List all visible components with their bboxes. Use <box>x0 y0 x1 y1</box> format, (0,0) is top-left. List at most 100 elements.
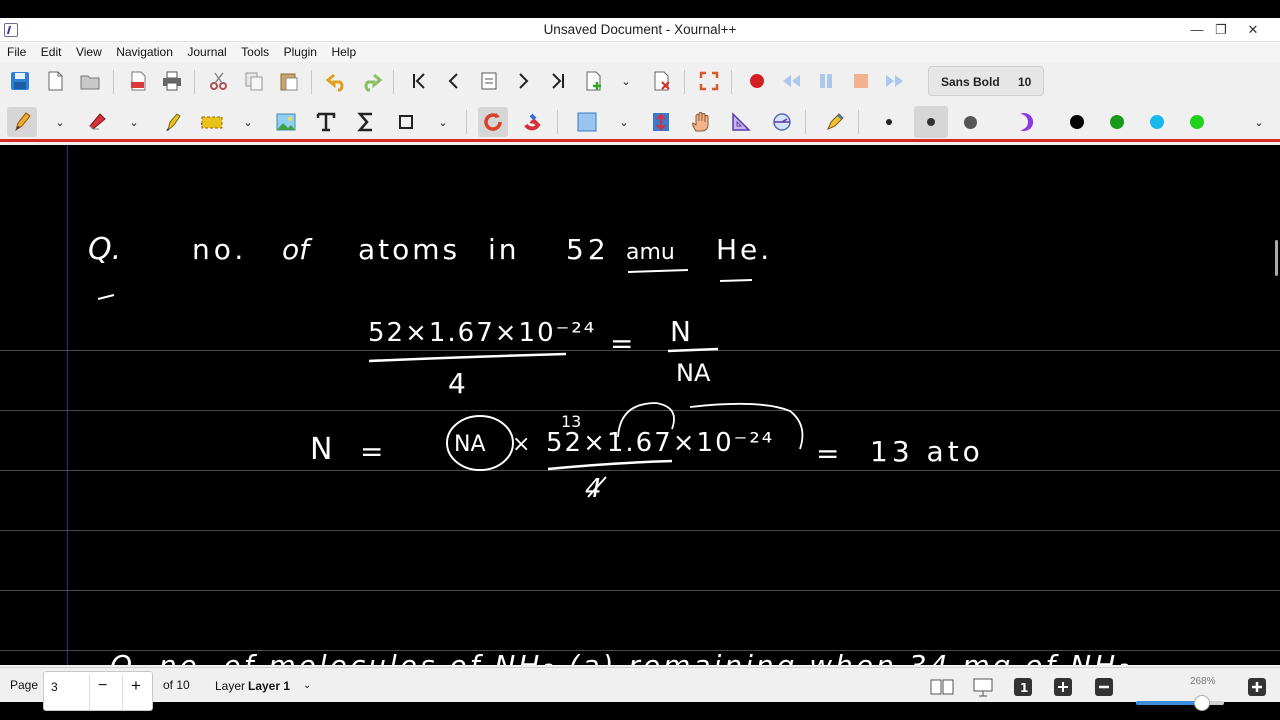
rewind-icon[interactable] <box>776 66 806 96</box>
ink-q-label: Q. <box>88 232 121 267</box>
insert-image-icon[interactable] <box>271 107 301 137</box>
menu-view[interactable]: View <box>76 42 102 59</box>
color-cyan-button[interactable] <box>1142 107 1172 137</box>
ink-underline <box>97 294 115 300</box>
menu-file[interactable]: File <box>7 42 26 59</box>
ink-word-in: in <box>488 233 520 266</box>
hand-tool-icon[interactable] <box>686 107 716 137</box>
thin-stroke-icon[interactable] <box>874 107 904 137</box>
menu-help[interactable]: Help <box>331 42 356 59</box>
pen-icon[interactable] <box>7 107 37 137</box>
first-page-icon[interactable] <box>404 66 434 96</box>
math-tex-icon[interactable] <box>351 107 381 137</box>
ink-eq2-lhs: N <box>310 432 332 467</box>
vertical-space-icon[interactable] <box>646 107 676 137</box>
default-tool-icon[interactable] <box>820 107 850 137</box>
zoom-out-icon[interactable] <box>1093 676 1115 701</box>
zoom-fit-icon[interactable] <box>1052 676 1074 701</box>
toolbar-overflow-icon[interactable]: ⌄ <box>1252 107 1266 137</box>
fast-forward-icon[interactable] <box>880 66 910 96</box>
zoom-slider[interactable] <box>1136 695 1224 711</box>
layer-selector[interactable]: Layer 1 <box>248 679 290 693</box>
zoom-in-icon[interactable] <box>1246 676 1268 701</box>
page-increment-button[interactable]: + <box>131 676 141 696</box>
title-bar: Unsaved Document - Xournal++ — ❐ ✕ <box>0 18 1280 42</box>
goto-page-icon[interactable] <box>474 66 504 96</box>
open-folder-icon[interactable] <box>75 66 105 96</box>
insert-page-icon[interactable] <box>579 66 609 96</box>
set-square-icon[interactable] <box>726 107 756 137</box>
select-rectangle-icon[interactable] <box>572 107 602 137</box>
eraser-icon[interactable] <box>82 107 112 137</box>
restore-button[interactable]: ❐ <box>1208 20 1234 40</box>
toolbar-separator <box>684 70 685 94</box>
fullscreen-icon[interactable] <box>694 66 724 96</box>
menu-journal[interactable]: Journal <box>187 42 226 59</box>
menu-plugin[interactable]: Plugin <box>284 42 317 59</box>
ink-next-question: Q. no. of molecules of NH₃ (a) remaining… <box>110 649 1132 665</box>
layer-label: Layer <box>215 679 246 693</box>
eraser-dropdown-icon[interactable]: ⌄ <box>127 107 141 137</box>
select-dropdown-icon[interactable]: ⌄ <box>241 107 255 137</box>
selection-dropdown-icon[interactable]: ⌄ <box>617 107 631 137</box>
ink-word-he: He. <box>716 233 772 266</box>
thick-stroke-icon[interactable] <box>955 107 985 137</box>
ink-eq2-circled: NA <box>454 432 486 457</box>
color-green-button[interactable] <box>1102 107 1132 137</box>
insert-page-dropdown-icon[interactable]: ⌄ <box>619 66 633 96</box>
page-number-input[interactable]: 3 <box>51 680 58 694</box>
highlighter-icon[interactable] <box>156 107 186 137</box>
toolbar-separator <box>194 70 195 94</box>
ink-underline <box>627 269 689 273</box>
pause-icon[interactable] <box>811 66 841 96</box>
print-icon[interactable] <box>157 66 187 96</box>
page-spinner[interactable]: 3 − + <box>43 671 153 711</box>
page-decrement-button[interactable]: − <box>98 677 107 695</box>
save-icon[interactable] <box>5 66 35 96</box>
shape-recognizer-icon[interactable] <box>478 107 508 137</box>
next-page-icon[interactable] <box>508 66 538 96</box>
zoom-slider-fill <box>1136 701 1202 705</box>
menu-navigation[interactable]: Navigation <box>116 42 173 59</box>
select-region-icon[interactable] <box>197 107 227 137</box>
previous-page-icon[interactable] <box>439 66 469 96</box>
ink-fraction-bar <box>547 459 673 471</box>
minimize-button[interactable]: — <box>1184 20 1210 40</box>
shape-rectangle-icon[interactable] <box>391 107 421 137</box>
record-icon[interactable] <box>742 66 772 96</box>
zoom-slider-handle[interactable] <box>1194 695 1210 711</box>
snap-magnet-icon[interactable] <box>518 107 548 137</box>
compass-icon[interactable] <box>767 107 797 137</box>
layer-dropdown-icon[interactable]: ⌄ <box>303 680 311 691</box>
color-lime-button[interactable] <box>1182 107 1212 137</box>
shape-dropdown-icon[interactable]: ⌄ <box>436 107 450 137</box>
menu-bar: File Edit View Navigation Journal Tools … <box>0 42 1280 62</box>
copy-icon[interactable] <box>239 66 269 96</box>
ink-fraction-bar <box>667 347 719 353</box>
menu-tools[interactable]: Tools <box>241 42 269 59</box>
app-window: Unsaved Document - Xournal++ — ❐ ✕ File … <box>0 18 1280 711</box>
presentation-mode-icon[interactable] <box>972 676 994 701</box>
color-picker-icon[interactable] <box>1008 107 1038 137</box>
menu-edit[interactable]: Edit <box>41 42 62 59</box>
stop-icon[interactable] <box>846 66 876 96</box>
document-canvas[interactable]: Q. no. of atoms in 52 amu He. 52×1.67×10… <box>0 145 1280 665</box>
font-size: 10 <box>1018 75 1032 89</box>
export-pdf-icon[interactable] <box>123 66 153 96</box>
last-page-icon[interactable] <box>543 66 573 96</box>
color-black-button[interactable] <box>1062 107 1092 137</box>
two-page-view-icon[interactable] <box>930 678 954 699</box>
close-button[interactable]: ✕ <box>1240 20 1266 40</box>
delete-page-icon[interactable] <box>647 66 677 96</box>
pen-dropdown-icon[interactable]: ⌄ <box>53 107 67 137</box>
text-tool-icon[interactable] <box>311 107 341 137</box>
redo-icon[interactable] <box>356 66 386 96</box>
cut-icon[interactable] <box>204 66 234 96</box>
paste-icon[interactable] <box>274 66 304 96</box>
new-document-icon[interactable] <box>40 66 70 96</box>
zoom-100-icon[interactable]: 1 <box>1012 676 1034 701</box>
ink-number-52: 52 <box>566 233 610 266</box>
medium-stroke-icon[interactable] <box>914 106 948 138</box>
font-selector[interactable]: Sans Bold 10 <box>928 66 1044 96</box>
undo-icon[interactable] <box>322 66 352 96</box>
